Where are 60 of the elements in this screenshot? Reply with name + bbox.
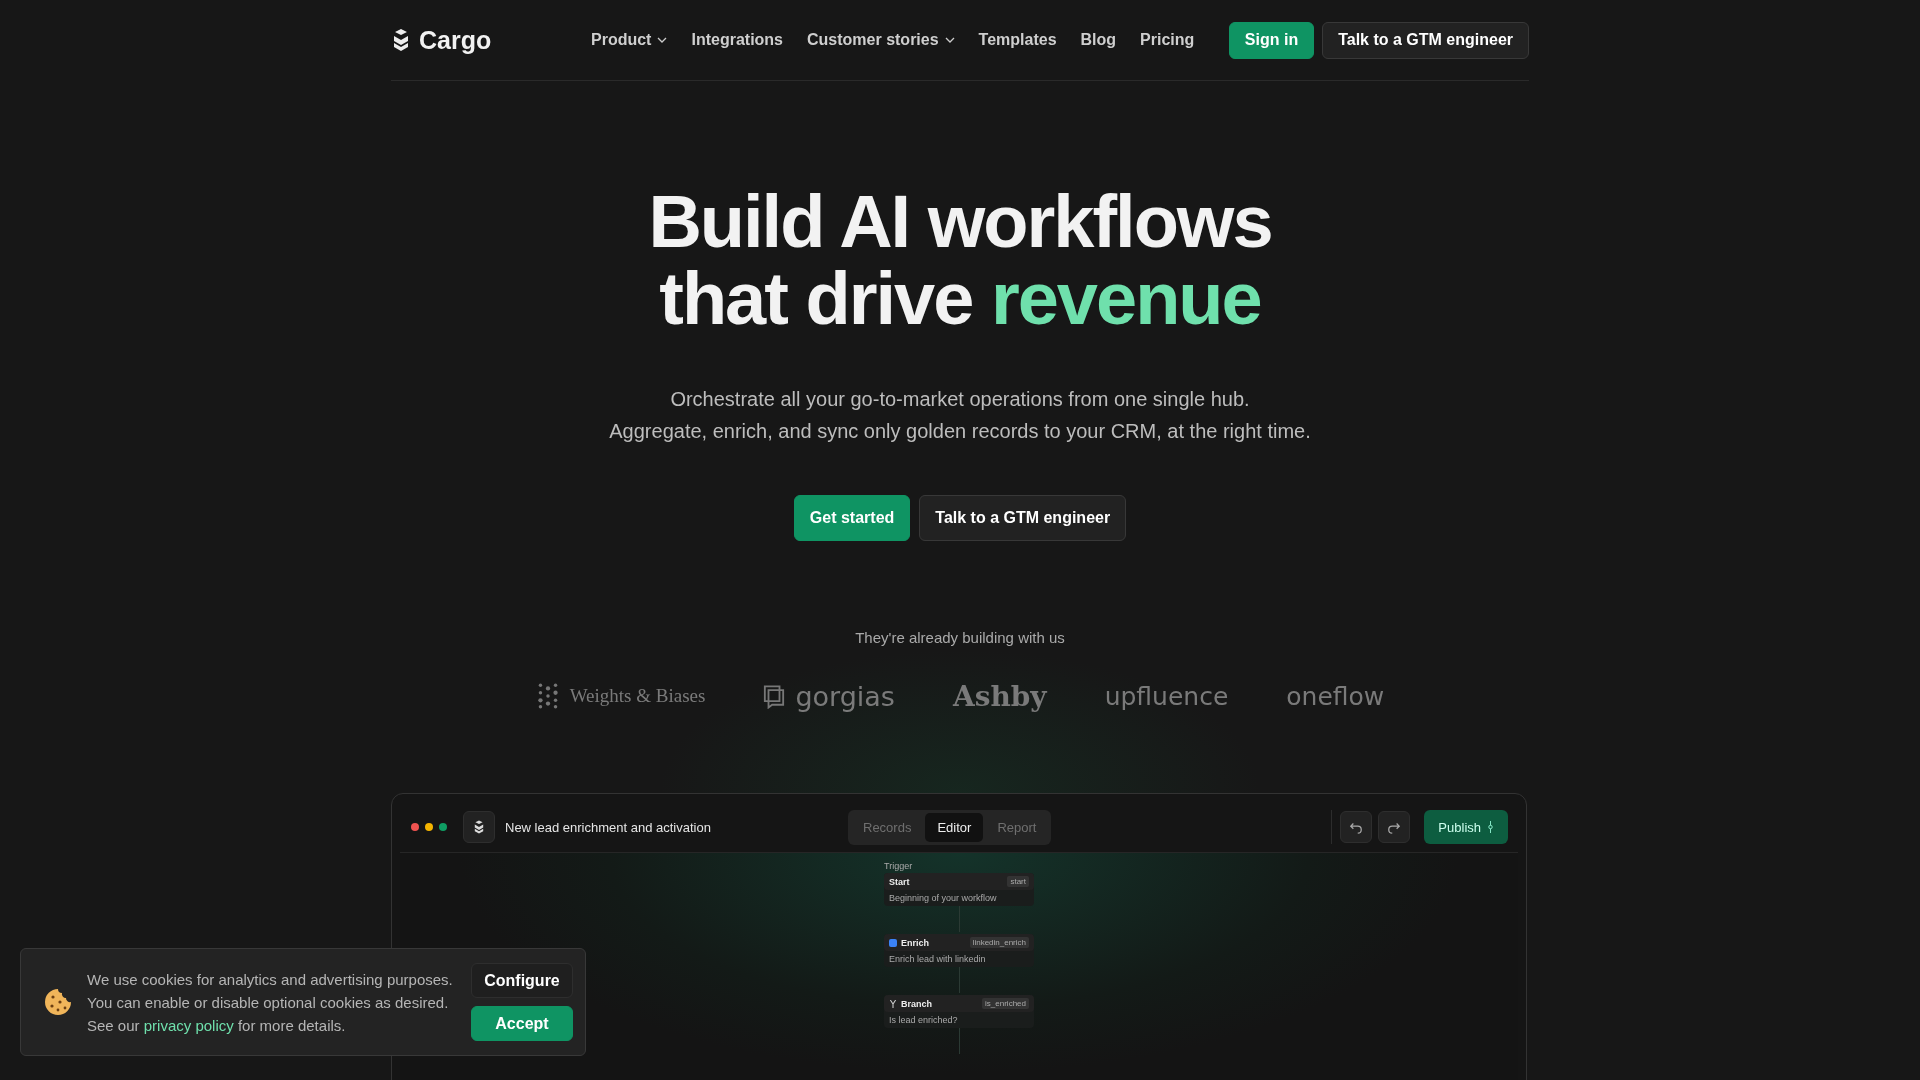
chevron-down-icon — [944, 37, 955, 43]
sign-in-button[interactable]: Sign in — [1228, 21, 1315, 59]
cookie-icon — [43, 987, 73, 1017]
nav-link[interactable]: Customer stories — [807, 31, 955, 49]
nav-link[interactable]: Product — [591, 31, 668, 49]
hero-subtitle: Aggregate, enrich, and sync only golden records to your CRM, at the right time. — [609, 419, 1311, 444]
workflow-title: New lead enrichment and activation — [505, 819, 711, 835]
talk-button[interactable]: Talk to a GTM engineer — [919, 495, 1127, 541]
commit-icon — [1487, 821, 1494, 833]
publish-button[interactable]: Publish — [1424, 810, 1508, 844]
cargo-logo-icon — [391, 27, 411, 53]
workflow-node[interactable]: Enrich linkedin_enrich Enrich lead with linkedin — [884, 934, 1034, 967]
node-tag: linkedin_enrich — [969, 937, 1029, 948]
trigger-label: Trigger — [884, 861, 913, 871]
get-started-button[interactable]: Get started — [793, 495, 911, 541]
company-logo: Ashby — [952, 679, 1047, 713]
talk-button[interactable]: Talk to a GTM engineer — [1322, 21, 1529, 59]
cookie-text: We use cookies for analytics and advertising purposes. — [87, 969, 453, 990]
enrich-icon — [889, 938, 897, 947]
redo-icon — [1387, 820, 1402, 834]
undo-icon — [1349, 820, 1364, 834]
redo-button[interactable] — [1378, 811, 1411, 843]
node-name: Start — [889, 876, 910, 887]
workflow-icon-button[interactable] — [463, 811, 495, 843]
stack-icon — [473, 819, 485, 835]
chevron-down-icon — [657, 37, 668, 43]
node-name: Branch — [901, 998, 932, 1009]
nav-link[interactable]: Integrations — [691, 31, 783, 49]
workflow-node[interactable]: Start start Beginning of your workflow — [884, 873, 1034, 906]
dots-icon — [535, 682, 560, 710]
nav-link[interactable]: Templates — [978, 31, 1057, 49]
squares-icon — [763, 683, 786, 709]
node-description: Is lead enriched? — [888, 1014, 959, 1027]
view-tab[interactable]: Editor — [925, 812, 984, 842]
hero-title: that drive — [659, 257, 973, 340]
privacy-policy-link[interactable]: privacy policy — [143, 1016, 234, 1034]
accept-button[interactable]: Accept — [471, 1006, 573, 1041]
undo-button[interactable] — [1340, 811, 1373, 843]
node-tag: is_enriched — [982, 998, 1029, 1009]
nav-link[interactable]: Blog — [1080, 31, 1117, 49]
window-controls-icon — [410, 822, 450, 832]
cookie-text: See our privacy policy for more details. — [87, 1015, 347, 1036]
company-logo: Weights & Biases — [569, 685, 706, 707]
company-logo: gorgias — [795, 680, 895, 712]
cookie-text: You can enable or disable optional cookies as desired. — [87, 992, 450, 1013]
node-description: Beginning of your workflow — [888, 892, 998, 905]
configure-button[interactable]: Configure — [471, 963, 573, 998]
company-logo: upfluence — [1104, 681, 1229, 711]
branch-icon — [889, 999, 897, 1008]
company-logo: oneflow — [1286, 681, 1385, 711]
node-tag: start — [1007, 876, 1029, 887]
node-name: Enrich — [901, 937, 929, 948]
hero-highlight: revenue — [990, 257, 1261, 340]
node-description: Enrich lead with linkedin — [888, 953, 987, 966]
nav-link[interactable]: Pricing — [1140, 31, 1195, 49]
hero-title: Build AI workflows — [648, 183, 1272, 260]
logos-caption: They're already building with us — [855, 629, 1065, 646]
workflow-node[interactable]: Branch is_enriched Is lead enriched? — [884, 995, 1034, 1028]
brand-name[interactable]: Cargo — [419, 25, 492, 55]
hero-subtitle: Orchestrate all your go-to-market operations from one single hub. — [670, 387, 1250, 412]
